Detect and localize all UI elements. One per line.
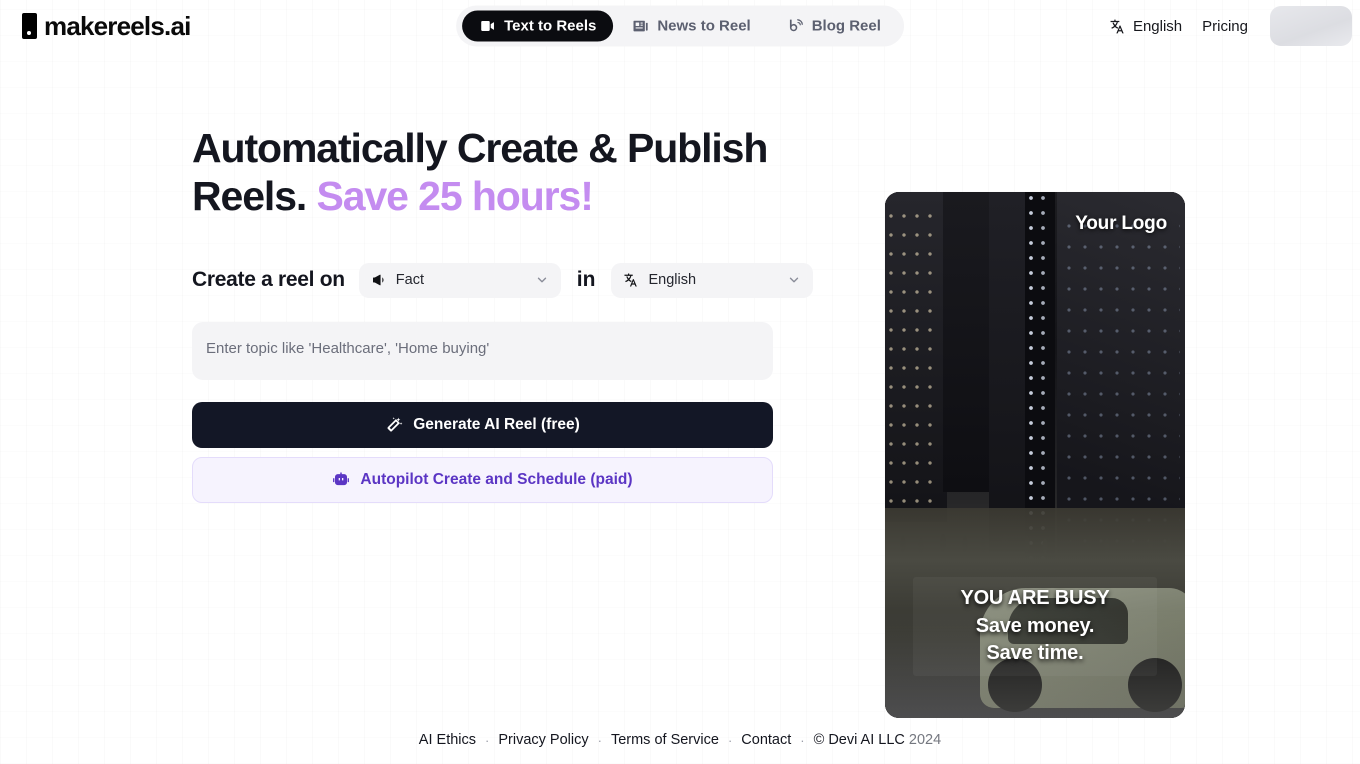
footer-separator: ·	[485, 732, 490, 748]
account-button-placeholder[interactable]	[1270, 6, 1352, 46]
autopilot-schedule-button[interactable]: Autopilot Create and Schedule (paid)	[192, 456, 773, 503]
megaphone-icon	[371, 272, 387, 288]
create-reel-label: Create a reel on	[192, 268, 345, 292]
connector-label: in	[576, 268, 596, 292]
reel-language-select[interactable]: English	[611, 262, 814, 298]
tab-label: Blog Reel	[811, 17, 881, 35]
chevron-down-icon	[787, 273, 801, 287]
header-right-actions: English Pricing	[1109, 6, 1352, 46]
caption-overlay: YOU ARE BUSY Save money. Save time.	[913, 577, 1157, 676]
language-label: English	[1132, 17, 1183, 35]
generate-button-label: Generate AI Reel (free)	[413, 415, 580, 433]
tab-news-to-reel[interactable]: News to Reel	[615, 11, 767, 42]
footer-link-privacy-policy[interactable]: Privacy Policy	[498, 732, 588, 748]
magic-wand-icon	[385, 416, 403, 434]
footer-separator: ·	[727, 732, 733, 748]
reel-language-value: English	[648, 272, 697, 289]
pricing-link[interactable]: Pricing	[1202, 18, 1248, 35]
headline-accent: Save 25 hours!	[316, 173, 594, 220]
site-header: makereels.ai Text to Reels News to Reel …	[0, 0, 1360, 52]
caption-line-2: Save money.	[975, 614, 1095, 637]
chevron-down-icon	[535, 273, 549, 287]
mode-tabs: Text to Reels News to Reel Blog Reel	[456, 5, 904, 47]
caption-line-3: Save time.	[986, 642, 1084, 665]
tab-blog-reel[interactable]: Blog Reel	[770, 11, 898, 42]
brand-logo[interactable]: makereels.ai	[22, 11, 191, 42]
newspaper-icon	[632, 18, 649, 35]
building-shape	[943, 192, 991, 492]
door-mark-icon	[22, 13, 37, 39]
main-content: Automatically Create & Publish Reels. Sa…	[0, 52, 1360, 718]
logo-overlay-text: Your Logo	[1075, 213, 1167, 234]
caption-line-1: YOU ARE BUSY	[960, 587, 1110, 609]
footer-separator: ·	[800, 732, 805, 748]
video-camera-icon	[479, 18, 496, 35]
page-title: Automatically Create & Publish Reels. Sa…	[192, 124, 790, 221]
autopilot-button-label: Autopilot Create and Schedule (paid)	[360, 470, 633, 488]
brand-name: makereels.ai	[44, 10, 191, 41]
robot-icon	[332, 471, 350, 489]
blogger-signal-icon	[787, 18, 804, 35]
reel-type-select[interactable]: Fact	[358, 262, 561, 298]
language-switcher[interactable]: English	[1109, 18, 1182, 35]
footer-link-terms-of-service[interactable]: Terms of Service	[611, 732, 719, 748]
window-light-grid	[887, 212, 941, 512]
tab-label: Text to Reels	[504, 17, 597, 35]
copyright-notice: © Devi AI LLC 2024	[814, 732, 942, 748]
footer-separator: ·	[597, 732, 602, 748]
tab-label: News to Reel	[657, 17, 751, 35]
footer-link-ai-ethics[interactable]: AI Ethics	[419, 732, 476, 748]
reel-config-row: Create a reel on Fact in English	[192, 262, 814, 298]
topic-input[interactable]	[192, 321, 773, 380]
site-footer: AI Ethics · Privacy Policy · Terms of Se…	[0, 732, 1360, 748]
generate-ai-reel-button[interactable]: Generate AI Reel (free)	[192, 401, 773, 448]
footer-link-contact[interactable]: Contact	[741, 732, 791, 748]
tab-text-to-reels[interactable]: Text to Reels	[462, 10, 614, 42]
reel-type-value: Fact	[395, 272, 424, 289]
translate-icon	[1109, 18, 1126, 35]
copyright-text: © Devi AI LLC	[813, 732, 905, 748]
reel-preview-video[interactable]: Your Logo YOU ARE BUSY Save money. Save …	[885, 192, 1185, 718]
translate-icon	[623, 272, 639, 288]
hero-left-column: Automatically Create & Publish Reels. Sa…	[0, 124, 814, 503]
copyright-year: 2024	[908, 732, 942, 748]
building-shape	[989, 192, 1025, 552]
